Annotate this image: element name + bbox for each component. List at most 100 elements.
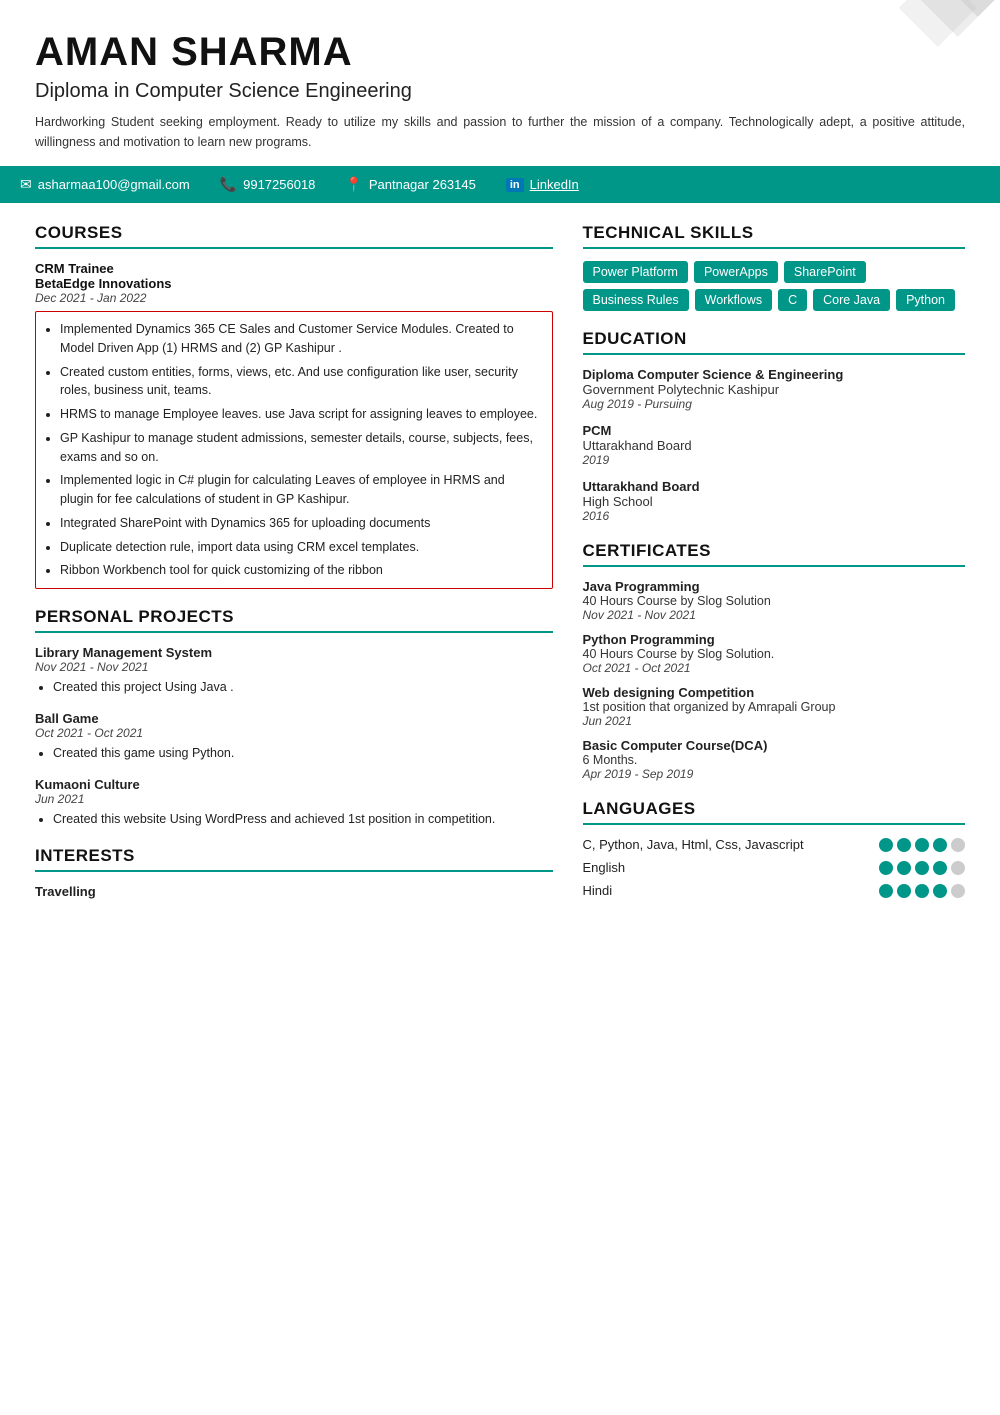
cert-title-3: Basic Computer Course(DCA)	[583, 738, 966, 753]
lang-dots-1	[879, 861, 965, 875]
skill-tag-2: SharePoint	[784, 261, 866, 283]
course-company-0: BetaEdge Innovations	[35, 276, 553, 291]
edu-entry-0: Diploma Computer Science & Engineering G…	[583, 367, 966, 411]
bullet-item: GP Kashipur to manage student admissions…	[60, 429, 540, 467]
dot	[915, 884, 929, 898]
contact-bar: ✉ asharmaa100@gmail.com 📞 9917256018 📍 P…	[0, 166, 1000, 203]
project-bullets-1: Created this game using Python.	[35, 744, 553, 763]
dot	[879, 861, 893, 875]
bullet-item: HRMS to manage Employee leaves. use Java…	[60, 405, 540, 424]
course-bullets-0: Implemented Dynamics 365 CE Sales and Cu…	[35, 311, 553, 589]
edu-institution-0: Government Polytechnic Kashipur	[583, 382, 966, 397]
lang-entry-1: English	[583, 860, 966, 875]
cert-title-2: Web designing Competition	[583, 685, 966, 700]
cert-entry-0: Java Programming 40 Hours Course by Slog…	[583, 579, 966, 622]
candidate-title: Diploma in Computer Science Engineering	[35, 78, 965, 104]
bullet-item: Created custom entities, forms, views, e…	[60, 363, 540, 401]
interests-heading: Interests	[35, 846, 553, 872]
edu-institution-1: Uttarakhand Board	[583, 438, 966, 453]
project-date-0: Nov 2021 - Nov 2021	[35, 660, 553, 674]
skill-tag-6: Core Java	[813, 289, 890, 311]
cert-detail-3: 6 Months.	[583, 753, 966, 767]
cert-detail-2: 1st position that organized by Amrapali …	[583, 700, 966, 714]
course-date-0: Dec 2021 - Jan 2022	[35, 291, 553, 305]
bullet-item: Duplicate detection rule, import data us…	[60, 538, 540, 557]
contact-email: ✉ asharmaa100@gmail.com	[20, 176, 190, 193]
dot	[915, 861, 929, 875]
resume-page: AMAN SHARMA Diploma in Computer Science …	[0, 0, 1000, 1415]
linkedin-link[interactable]: LinkedIn	[530, 177, 579, 192]
candidate-summary: Hardworking Student seeking employment. …	[35, 112, 965, 152]
edu-institution-2: High School	[583, 494, 966, 509]
header-section: AMAN SHARMA Diploma in Computer Science …	[35, 30, 965, 152]
dot	[879, 884, 893, 898]
course-entry-0: CRM Trainee BetaEdge Innovations Dec 202…	[35, 261, 553, 589]
dot	[897, 884, 911, 898]
dot	[933, 884, 947, 898]
lang-entry-0: C, Python, Java, Html, Css, Javascript	[583, 837, 966, 852]
contact-linkedin[interactable]: in LinkedIn	[506, 177, 579, 192]
skill-tag-0: Power Platform	[583, 261, 688, 283]
bullet-item: Created this project Using Java .	[53, 678, 553, 697]
linkedin-icon: in	[506, 178, 524, 192]
left-column: COURSES CRM Trainee BetaEdge Innovations…	[35, 223, 553, 906]
bullet-item: Created this website Using WordPress and…	[53, 810, 553, 829]
languages-heading: LANGUAGES	[583, 799, 966, 825]
dot	[915, 838, 929, 852]
dot	[933, 838, 947, 852]
lang-name-0: C, Python, Java, Html, Css, Javascript	[583, 837, 880, 852]
edu-date-2: 2016	[583, 509, 966, 523]
projects-heading: PERSONAL PROJECTS	[35, 607, 553, 633]
skill-tag-1: PowerApps	[694, 261, 778, 283]
lang-name-1: English	[583, 860, 880, 875]
location-icon: 📍	[345, 176, 362, 193]
project-title-0: Library Management System	[35, 645, 553, 660]
edu-degree-1: PCM	[583, 423, 966, 438]
lang-dots-0	[879, 838, 965, 852]
bullet-item: Implemented logic in C# plugin for calcu…	[60, 471, 540, 509]
phone-icon: 📞	[220, 176, 237, 193]
cert-date-0: Nov 2021 - Nov 2021	[583, 608, 966, 622]
lang-entry-2: Hindi	[583, 883, 966, 898]
skill-tag-3: Business Rules	[583, 289, 689, 311]
edu-date-1: 2019	[583, 453, 966, 467]
project-date-1: Oct 2021 - Oct 2021	[35, 726, 553, 740]
project-entry-0: Library Management System Nov 2021 - Nov…	[35, 645, 553, 697]
lang-dots-2	[879, 884, 965, 898]
dot	[951, 861, 965, 875]
dot	[933, 861, 947, 875]
bullet-item: Implemented Dynamics 365 CE Sales and Cu…	[60, 320, 540, 358]
education-heading: EDUCATION	[583, 329, 966, 355]
cert-date-3: Apr 2019 - Sep 2019	[583, 767, 966, 781]
cert-date-1: Oct 2021 - Oct 2021	[583, 661, 966, 675]
project-date-2: Jun 2021	[35, 792, 553, 806]
email-icon: ✉	[20, 176, 32, 193]
bullet-item: Ribbon Workbench tool for quick customiz…	[60, 561, 540, 580]
bullet-item: Integrated SharePoint with Dynamics 365 …	[60, 514, 540, 533]
project-bullets-0: Created this project Using Java .	[35, 678, 553, 697]
cert-entry-2: Web designing Competition 1st position t…	[583, 685, 966, 728]
project-title-1: Ball Game	[35, 711, 553, 726]
project-bullets-2: Created this website Using WordPress and…	[35, 810, 553, 829]
contact-location: 📍 Pantnagar 263145	[345, 176, 475, 193]
dot	[879, 838, 893, 852]
cert-detail-1: 40 Hours Course by Slog Solution.	[583, 647, 966, 661]
edu-degree-2: Uttarakhand Board	[583, 479, 966, 494]
course-title-0: CRM Trainee	[35, 261, 553, 276]
bullet-item: Created this game using Python.	[53, 744, 553, 763]
edu-date-0: Aug 2019 - Pursuing	[583, 397, 966, 411]
skills-heading: TECHNICAL SKILLS	[583, 223, 966, 249]
cert-title-1: Python Programming	[583, 632, 966, 647]
main-content: COURSES CRM Trainee BetaEdge Innovations…	[35, 223, 965, 906]
cert-entry-1: Python Programming 40 Hours Course by Sl…	[583, 632, 966, 675]
cert-date-2: Jun 2021	[583, 714, 966, 728]
cert-title-0: Java Programming	[583, 579, 966, 594]
lang-name-2: Hindi	[583, 883, 880, 898]
right-column: TECHNICAL SKILLS Power Platform PowerApp…	[583, 223, 966, 906]
cert-detail-0: 40 Hours Course by Slog Solution	[583, 594, 966, 608]
skill-tag-4: Workflows	[695, 289, 772, 311]
dot	[897, 861, 911, 875]
edu-entry-2: Uttarakhand Board High School 2016	[583, 479, 966, 523]
project-entry-1: Ball Game Oct 2021 - Oct 2021 Created th…	[35, 711, 553, 763]
contact-phone: 📞 9917256018	[220, 176, 316, 193]
